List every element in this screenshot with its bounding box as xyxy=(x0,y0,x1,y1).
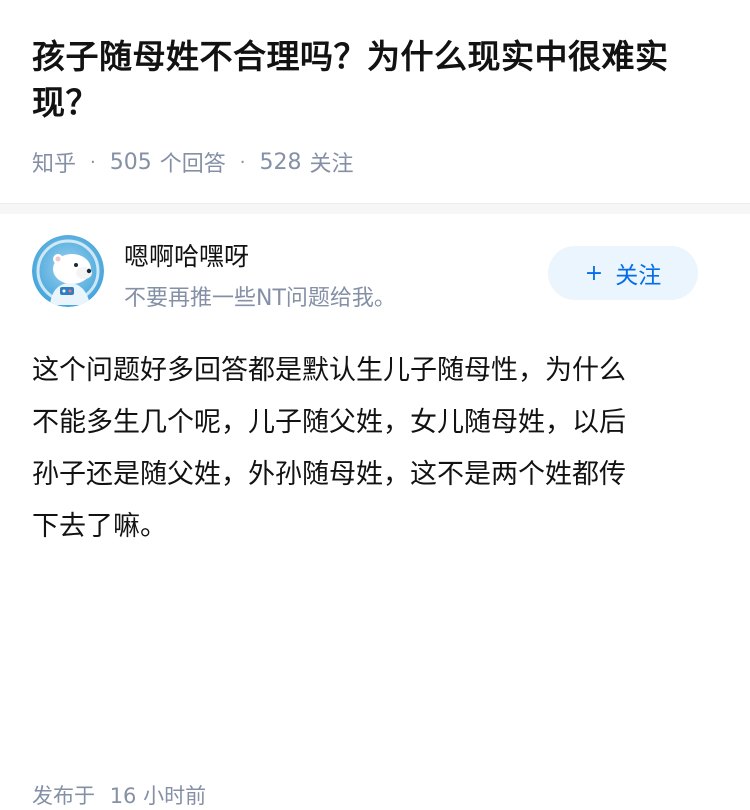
answer-content[interactable]: 这个问题好多回答都是默认生儿子随母性，为什么 不能多生几个呢，儿子随父姓，女儿随… xyxy=(32,345,712,553)
source-label[interactable]: 知乎 xyxy=(32,146,76,178)
polar-bear-avatar-icon xyxy=(32,235,104,307)
question-title-line-1[interactable]: 孩子随母姓不合理吗？为什么现实中很难实 xyxy=(32,37,669,76)
publish-label: 发布于 xyxy=(32,784,95,808)
answer-content-line: 孙子还是随父姓，外孙随母姓，这不是两个姓都传 xyxy=(32,459,626,490)
question-title-line-2[interactable]: 现？ xyxy=(32,83,99,122)
answer-content-line: 这个问题好多回答都是默认生儿子随母性，为什么 xyxy=(32,355,626,386)
avatar[interactable] xyxy=(32,235,104,307)
followers-label: 关注 xyxy=(309,152,354,177)
follow-button[interactable]: + 关注 xyxy=(548,246,698,300)
answer-content-line: 下去了嘛。 xyxy=(32,511,167,542)
author-name[interactable]: 嗯啊哈嘿呀 xyxy=(124,237,249,273)
answer-content-line: 不能多生几个呢，儿子随父姓，女儿随母姓，以后 xyxy=(32,407,626,438)
answer-card: 嗯啊哈嘿呀 不要再推一些NT问题给我。 + 关注 这个问题好多回答都是默认生儿子… xyxy=(0,213,750,808)
answers-label: 个回答 xyxy=(159,152,226,177)
question-header: 孩子随母姓不合理吗？为什么现实中很难实 现？ 知乎 · 505 个回答 · 52… xyxy=(0,0,750,178)
author-bio: 不要再推一些NT问题给我。 xyxy=(124,286,396,311)
plus-icon: + xyxy=(584,260,604,286)
question-title[interactable]: 孩子随母姓不合理吗？为什么现实中很难实 现？ xyxy=(32,34,718,126)
publish-time-value: 16 小时前 xyxy=(109,784,207,808)
follow-button-label: 关注 xyxy=(615,263,662,289)
answers-count: 505 xyxy=(109,149,152,175)
question-meta: 知乎 · 505 个回答 · 528 关注 xyxy=(32,146,718,178)
separator-dot: · xyxy=(239,151,246,173)
publish-time: 发布于 16 小时前 xyxy=(32,780,206,810)
author-row: 嗯啊哈嘿呀 不要再推一些NT问题给我。 + 关注 xyxy=(0,213,750,323)
followers-count: 528 xyxy=(259,149,302,175)
separator-dot: · xyxy=(90,151,96,173)
